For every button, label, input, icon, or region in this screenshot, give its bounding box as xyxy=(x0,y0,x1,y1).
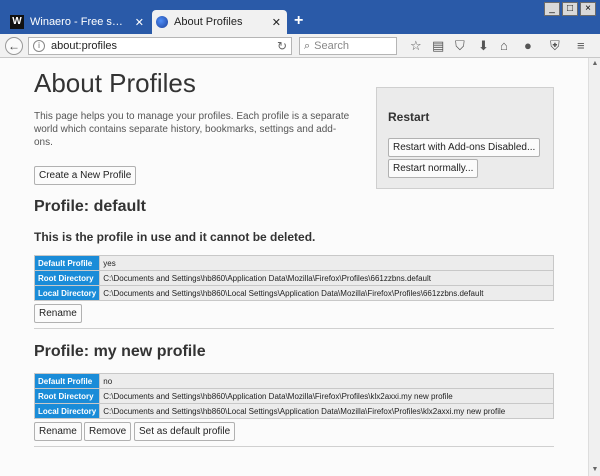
pocket-icon[interactable]: ⛉ xyxy=(455,39,465,53)
row-label: Root Directory xyxy=(33,388,101,404)
search-placeholder: Search xyxy=(314,40,350,52)
tab-close-icon[interactable]: ✕ xyxy=(272,16,281,29)
row-value: C:\Documents and Settings\hb860\Local Se… xyxy=(99,403,554,419)
divider xyxy=(34,446,554,447)
row-label: Local Directory xyxy=(33,285,101,301)
profile-heading: Profile: default xyxy=(34,198,147,215)
back-arrow-icon[interactable]: ← xyxy=(5,36,23,55)
table-row: Default Profile no xyxy=(33,373,554,389)
table-row: Root Directory C:\Documents and Settings… xyxy=(33,270,554,286)
in-use-note: This is the profile in use and it cannot… xyxy=(34,230,316,244)
tab-close-icon[interactable]: ✕ xyxy=(135,16,144,29)
row-value: C:\Documents and Settings\hb860\Applicat… xyxy=(99,388,554,404)
page-title: About Profiles xyxy=(34,68,196,98)
info-icon[interactable]: i xyxy=(33,40,45,52)
search-icon: ⌕ xyxy=(304,39,311,52)
row-value: no xyxy=(99,373,554,389)
page-content: About Profiles This page helps you to ma… xyxy=(0,58,588,476)
vertical-scrollbar[interactable]: ▲ ▼ xyxy=(588,58,600,476)
row-label: Default Profile xyxy=(33,373,101,389)
profile-table: Default Profile yes Root Directory C:\Do… xyxy=(33,255,554,301)
row-label: Default Profile xyxy=(33,255,101,271)
tab-winaero[interactable]: W Winaero - Free small and usef... ✕ xyxy=(10,10,150,34)
scroll-up-arrow-icon[interactable]: ▲ xyxy=(589,58,600,70)
url-text: about:profiles xyxy=(51,40,118,52)
close-icon[interactable]: × xyxy=(580,2,596,16)
shield-icon[interactable]: ⛨ xyxy=(550,39,560,53)
table-row: Root Directory C:\Documents and Settings… xyxy=(33,388,554,404)
row-label: Local Directory xyxy=(33,403,101,419)
firefox-favicon-icon xyxy=(156,16,168,28)
intro-text: This page helps you to manage your profi… xyxy=(34,111,350,148)
minimize-icon[interactable]: _ xyxy=(544,2,560,16)
profile-heading: Profile: my new profile xyxy=(34,343,206,360)
tab-label: About Profiles xyxy=(174,16,243,28)
title-bar: W Winaero - Free small and usef... ✕ Abo… xyxy=(0,0,600,34)
row-value: C:\Documents and Settings\hb860\Applicat… xyxy=(99,270,554,286)
navigation-toolbar: ← i about:profiles ↻ ⌕ Search ☆ ▤ ⛉ ⬇ ⌂ … xyxy=(0,34,600,58)
chat-icon[interactable]: ● xyxy=(524,39,532,53)
divider xyxy=(34,328,554,329)
tab-about-profiles[interactable]: About Profiles ✕ xyxy=(152,10,287,34)
restart-panel: Restart Restart with Add-ons Disabled...… xyxy=(376,87,554,189)
address-bar[interactable]: i about:profiles ↻ xyxy=(28,37,292,55)
reload-icon[interactable]: ↻ xyxy=(277,39,287,53)
tab-label: Winaero - Free small and usef... xyxy=(30,16,129,28)
row-label: Root Directory xyxy=(33,270,101,286)
scroll-down-arrow-icon[interactable]: ▼ xyxy=(589,464,600,476)
table-row: Default Profile yes xyxy=(33,255,554,271)
bookmarks-menu-icon[interactable]: ▤ xyxy=(432,39,444,53)
row-value: yes xyxy=(99,255,554,271)
set-default-profile-button[interactable]: Set as default profile xyxy=(134,422,236,441)
rename-button[interactable]: Rename xyxy=(34,304,82,323)
row-value: C:\Documents and Settings\hb860\Local Se… xyxy=(99,285,554,301)
bookmark-star-icon[interactable]: ☆ xyxy=(410,39,422,53)
winaero-favicon-icon: W xyxy=(10,15,24,29)
create-profile-button[interactable]: Create a New Profile xyxy=(34,166,137,185)
rename-button[interactable]: Rename xyxy=(34,422,82,441)
table-row: Local Directory C:\Documents and Setting… xyxy=(33,285,554,301)
download-icon[interactable]: ⬇ xyxy=(478,39,489,53)
restart-title: Restart xyxy=(388,110,430,124)
remove-button[interactable]: Remove xyxy=(84,422,132,441)
table-row: Local Directory C:\Documents and Setting… xyxy=(33,403,554,419)
menu-icon[interactable]: ≡ xyxy=(577,39,585,53)
profile-table: Default Profile no Root Directory C:\Doc… xyxy=(33,373,554,419)
maximize-icon[interactable]: □ xyxy=(562,2,578,16)
search-input[interactable]: ⌕ Search xyxy=(299,37,397,55)
restart-normally-button[interactable]: Restart normally... xyxy=(388,159,479,178)
new-tab-button[interactable]: + xyxy=(294,12,303,30)
restart-addons-disabled-button[interactable]: Restart with Add-ons Disabled... xyxy=(388,138,541,157)
window-controls: _ □ × xyxy=(544,2,596,16)
home-icon[interactable]: ⌂ xyxy=(500,39,508,53)
